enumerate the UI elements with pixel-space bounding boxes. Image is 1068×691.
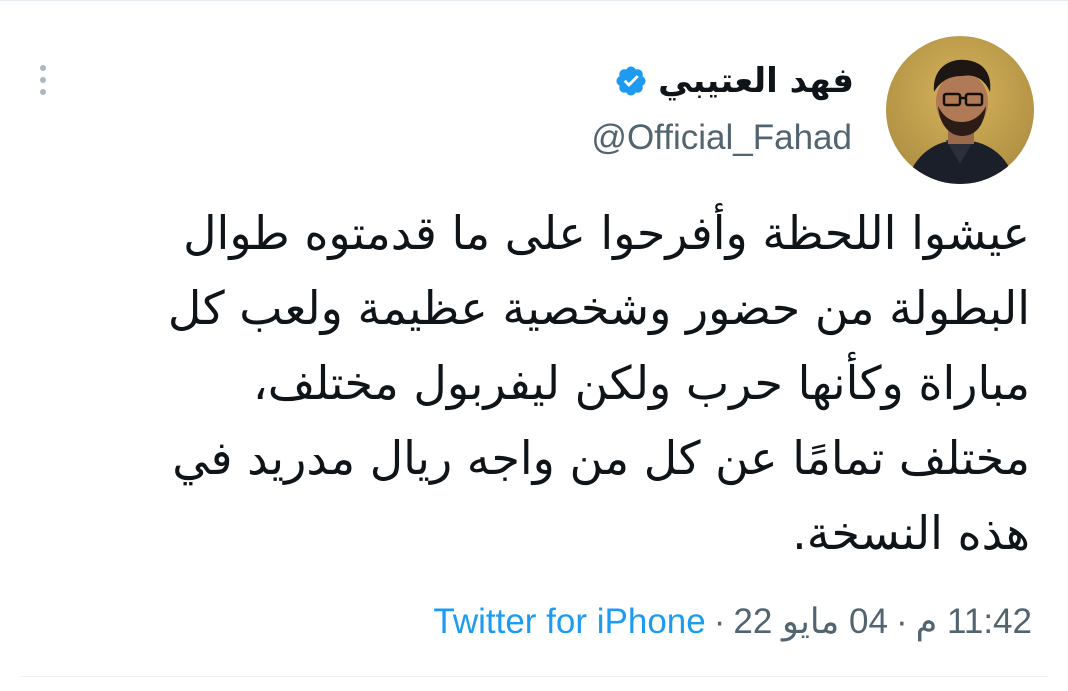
author-display-name[interactable]: فهد العتيبي (658, 61, 854, 101)
more-options-button[interactable] (30, 60, 56, 100)
tweet-meta: 11:42 م · 04 مايو 22 · Twitter for iPhon… (433, 598, 1032, 646)
tweet-text-line: مباراة وكأنها حرب ولكن ليفربول مختلف، (252, 356, 1030, 410)
meta-separator: · (895, 602, 908, 641)
avatar-photo-icon (886, 36, 1034, 184)
tweet-time[interactable]: 11:42 م (916, 602, 1032, 642)
more-dot-icon (40, 89, 46, 95)
meta-separator: · (713, 602, 726, 641)
tweet-date[interactable]: 04 مايو 22 (733, 602, 888, 642)
avatar[interactable] (886, 36, 1034, 184)
more-dot-icon (40, 77, 46, 83)
tweet-card: فهد العتيبي @Official_Fahad عيشوا اللحظة… (0, 0, 1068, 691)
tweet-text: عيشوا اللحظة وأفرحوا على ما قدمتوه طوال … (70, 196, 1030, 571)
tweet-text-line: مختلف تمامًا عن كل من واجه ريال مدريد في (172, 431, 1030, 485)
tweet-text-line: عيشوا اللحظة وأفرحوا على ما قدمتوه طوال (183, 206, 1030, 260)
more-dot-icon (40, 65, 46, 71)
author-handle[interactable]: @Official_Fahad (591, 118, 852, 158)
verified-badge-icon (616, 66, 646, 96)
tweet-text-line: هذه النسخة. (792, 506, 1030, 560)
tweet-text-line: البطولة من حضور وشخصية عظيمة ولعب كل (167, 281, 1030, 335)
bottom-divider (20, 676, 1048, 677)
tweet-source-link[interactable]: Twitter for iPhone (433, 602, 705, 642)
author-row: فهد العتيبي (614, 58, 854, 104)
